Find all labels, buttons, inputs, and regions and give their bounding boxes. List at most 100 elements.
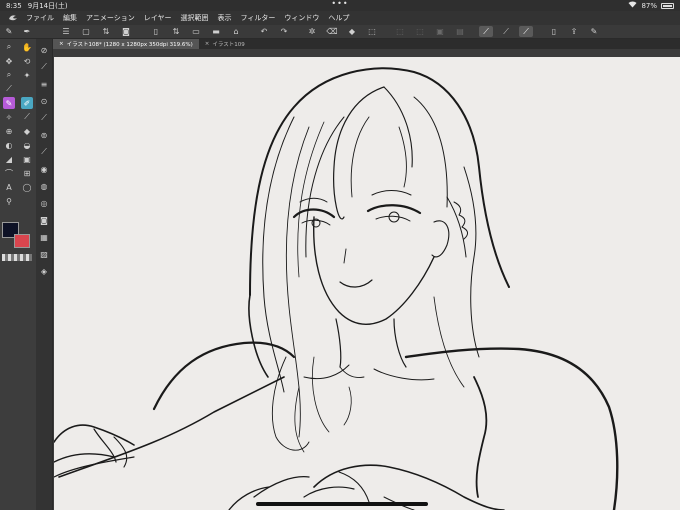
menu-help[interactable]: ヘルプ [328,13,349,23]
undo-icon[interactable]: ↶ [257,26,271,37]
subtool-icon[interactable]: ◍ [38,180,50,192]
transparent-color-swatch[interactable] [2,254,32,261]
tone-icon[interactable]: ⊕ [3,125,15,137]
edit-icon[interactable]: ✎ [587,26,601,37]
zoom-icon[interactable]: ⌕ [3,41,15,53]
line-art-illustration [54,67,619,510]
pen-tool-icon[interactable]: ✎ [3,97,15,109]
balloon-icon[interactable]: ◯ [21,181,33,193]
snap-ruler-icon[interactable]: ⟋ [479,26,493,37]
new-canvas-icon[interactable]: ▢ [79,26,93,37]
expand-selection-icon[interactable]: ▣ [433,26,447,37]
pencil-tool-icon[interactable]: ✐ [21,97,33,109]
app-root: 8:35 9月14日(土) ••• 87% ファイル 編集 アニメーション レイ… [0,0,680,510]
layer-property-icon[interactable]: ⊚ [38,129,50,141]
command-bar: ✎ ✒ ☰ ▢ ⇅ ◙ ▯ ⇅ ▭ ▬ ⌂ ↶ ↷ ✲ ⌫ ◆ ⬚ ⬚ ⬚ ▣ … [0,25,680,39]
material-icon[interactable]: ▦ [38,231,50,243]
menu-filter[interactable]: フィルター [241,13,276,23]
navigator-icon[interactable]: ⊘ [38,44,50,56]
tab-close-icon[interactable]: × [205,41,210,47]
invert-selection-icon[interactable]: ⬚ [413,26,427,37]
hamburger-menu-icon[interactable]: ☰ [59,26,73,37]
open-icon[interactable]: ⇅ [169,26,183,37]
battery-icon [661,2,674,9]
ruler-icon[interactable]: ⊞ [21,167,33,179]
fill-icon[interactable]: ◆ [345,26,359,37]
shrink-selection-icon[interactable]: ▤ [453,26,467,37]
person-icon[interactable]: ⚲ [3,195,15,207]
shape-icon[interactable]: ▣ [21,153,33,165]
brush-icon[interactable]: ✎ [6,27,13,36]
clear-icon[interactable]: ⌫ [325,26,339,37]
arrange-icon[interactable]: ⇅ [99,26,113,37]
drawing-canvas[interactable] [54,57,680,510]
sub-color-swatch[interactable] [14,234,30,248]
tab-close-icon[interactable]: × [59,41,64,47]
eyedropper-icon[interactable]: ⟋ [3,83,15,95]
tab-label: イラスト108* (1280 x 1280px 350dpi 319.6%) [66,42,193,48]
figure-icon[interactable]: ◢ [3,153,15,165]
ios-status-bar: 8:35 9月14日(土) ••• 87% [0,0,680,11]
tool-grid: ⌕ ✋ ✥ ⟲ ⌕ ✦ ⟋ ✎ ✐ ✧ ⟋ ⊕ ◆ ◐ ◒ ◢ ▣ ⌒ ⊞ A … [0,39,36,209]
brush-quick-icons: ✎ ✒ [0,27,36,36]
camera-icon[interactable]: ◙ [119,26,133,37]
palette-column: ⊘ ⟋ ≡ ⊙ ⟋ ⊚ ⟋ ◉ ◍ ◎ ◙ ▦ ▨ ◈ [36,39,53,510]
new-file-icon[interactable]: ▯ [149,26,163,37]
zoom-lasso-icon[interactable]: ⌕ [3,69,15,81]
brush-icon[interactable]: ⟋ [21,111,33,123]
command-group-history: ↶ ↷ [254,26,294,38]
folder-icon[interactable]: ▭ [189,26,203,37]
fill-icon[interactable]: ◐ [3,139,15,151]
wand-icon[interactable]: ✦ [21,69,33,81]
tab-illust109[interactable]: × イラスト109 [199,39,251,49]
snap-grid-icon[interactable]: ⟋ [519,26,533,37]
brush-size2-icon[interactable]: ⟋ [38,146,50,158]
color-wheel-icon[interactable]: ⊙ [38,95,50,107]
share-icon[interactable]: ⇪ [567,26,581,37]
sparkle-icon[interactable]: ✧ [3,111,15,123]
transform-icon[interactable]: ⬚ [365,26,379,37]
deselect-icon[interactable]: ⬚ [393,26,407,37]
command-group-selection: ⬚ ⬚ ▣ ▤ [390,26,470,38]
menu-layer[interactable]: レイヤー [144,13,172,23]
menu-animation[interactable]: アニメーション [86,13,135,23]
smartphone-icon[interactable]: ▯ [547,26,561,37]
menu-bar: ファイル 編集 アニメーション レイヤー 選択範囲 表示 フィルター ウィンドウ… [0,11,680,25]
status-time: 8:35 [6,1,22,10]
move-icon[interactable]: ✥ [3,55,15,67]
menu-file[interactable]: ファイル [26,13,54,23]
multitask-dots[interactable]: ••• [331,0,348,8]
tab-label: イラスト109 [212,42,245,48]
save-icon[interactable]: ▬ [209,26,223,37]
settings-icon[interactable]: ✲ [305,26,319,37]
tab-illust108[interactable]: × イラスト108* (1280 x 1280px 350dpi 319.6%) [53,39,199,49]
menu-view[interactable]: 表示 [218,13,232,23]
menu-edit[interactable]: 編集 [63,13,77,23]
pen-icon[interactable]: ✒ [24,27,31,36]
snap-special-icon[interactable]: ⟋ [499,26,513,37]
battery-percent: 87% [641,1,657,10]
text-icon[interactable]: A [3,181,15,193]
command-group-edit: ▯ ⇅ ▭ ▬ ⌂ [146,26,246,38]
command-group-file: ☰ ▢ ⇅ ◙ [56,26,136,38]
app-logo-icon[interactable] [6,13,20,23]
eraser-icon[interactable]: ◆ [21,125,33,137]
slider-icon[interactable]: ≡ [38,78,50,90]
redo-icon[interactable]: ↷ [277,26,291,37]
brush-size-icon[interactable]: ⟋ [38,61,50,73]
image-icon[interactable]: ▨ [38,248,50,260]
camera-icon[interactable]: ◙ [38,214,50,226]
blend-icon[interactable]: ◒ [21,139,33,151]
color-circle-icon[interactable]: ◎ [38,197,50,209]
menu-selection[interactable]: 選択範囲 [181,13,209,23]
wifi-icon [628,1,637,10]
curve-icon[interactable]: ⌒ [3,167,15,179]
tool-property-icon[interactable]: ⟋ [38,112,50,124]
export-icon[interactable]: ⌂ [229,26,243,37]
menu-window[interactable]: ウィンドウ [284,13,319,23]
hand-icon[interactable]: ✋ [21,41,33,53]
layers-icon[interactable]: ◈ [38,265,50,277]
fill-palette-icon[interactable]: ◉ [38,163,50,175]
home-indicator[interactable] [256,502,428,506]
rotate-icon[interactable]: ⟲ [21,55,33,67]
